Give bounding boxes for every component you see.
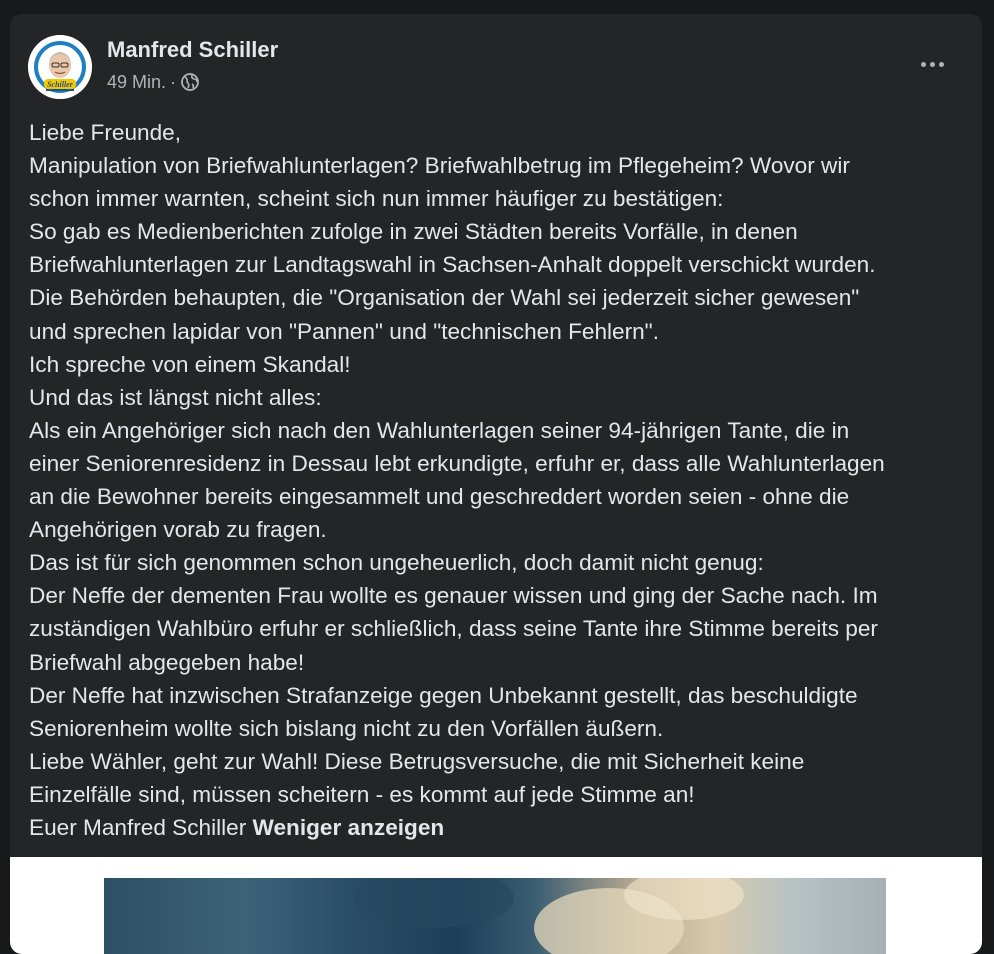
post-line: Manipulation von Briefwahlunterlagen? Br… <box>29 153 850 179</box>
post-line: einer Seniorenresidenz in Dessau lebt er… <box>29 450 885 476</box>
post-media[interactable] <box>10 857 982 954</box>
post-line: Das ist für sich genommen schon ungeheue… <box>29 550 764 576</box>
avatar-caption: Schiller <box>47 80 74 89</box>
post-photo[interactable] <box>104 878 886 954</box>
post-line: Als ein Angehöriger sich nach den Wahlun… <box>29 417 850 443</box>
meta-separator: · <box>170 72 177 92</box>
more-dot <box>929 61 935 67</box>
more-dot <box>920 61 926 67</box>
post-signature: Euer Manfred Schiller <box>29 814 253 840</box>
post-line: Die Behörden behaupten, die "Organisatio… <box>29 285 860 311</box>
post-line: Angehörigen vorab zu fragen. <box>29 517 327 543</box>
post-line: Der Neffe hat inzwischen Strafanzeige ge… <box>29 682 858 708</box>
post-line: schon immer warnten, scheint sich nun im… <box>29 186 724 212</box>
post-line: Liebe Freunde, <box>29 120 181 145</box>
post-timestamp[interactable]: 49 Min. <box>107 70 166 94</box>
photo-shape <box>354 878 514 928</box>
post-line: an die Bewohner bereits eingesammelt und… <box>29 484 850 510</box>
post-line: Einzelfälle sind, müssen scheitern - es … <box>29 781 695 807</box>
post-line: So gab es Medienberichten zufolge in zwe… <box>29 219 798 245</box>
post-card: Schiller Manfred Schiller 49 Min. · Lieb… <box>10 14 982 954</box>
post-meta: 49 Min. · <box>107 70 200 94</box>
post-line: zuständigen Wahlbüro erfuhr er schließli… <box>29 616 878 642</box>
post-line: und sprechen lapidar von "Pannen" und "t… <box>29 318 659 344</box>
see-less-link[interactable]: Weniger anzeigen <box>253 815 445 840</box>
author-avatar[interactable]: Schiller <box>28 35 92 99</box>
globe-icon[interactable] <box>180 72 200 92</box>
post-line: Briefwahlunterlagen zur Landtagswahl in … <box>29 252 876 278</box>
post-signature-line: Euer Manfred Schiller Weniger anzeigen <box>29 811 974 844</box>
post-line: Liebe Wähler, geht zur Wahl! Diese Betru… <box>29 748 805 774</box>
avatar-image: Schiller <box>28 35 92 99</box>
author-name[interactable]: Manfred Schiller <box>107 36 278 64</box>
post-text: Liebe Freunde, Manipulation von Briefwah… <box>29 116 974 844</box>
post-line: Seniorenheim wollte sich bislang nicht z… <box>29 715 664 741</box>
more-options-button[interactable] <box>910 50 954 78</box>
post-line: Der Neffe der dementen Frau wollte es ge… <box>29 583 878 609</box>
more-dot <box>938 61 944 67</box>
post-header: Schiller Manfred Schiller 49 Min. · <box>10 14 982 114</box>
post-line: Und das ist längst nicht alles: <box>29 384 322 410</box>
post-line: Briefwahl abgegeben habe! <box>29 649 305 675</box>
post-line: Ich spreche von einem Skandal! <box>29 351 351 377</box>
